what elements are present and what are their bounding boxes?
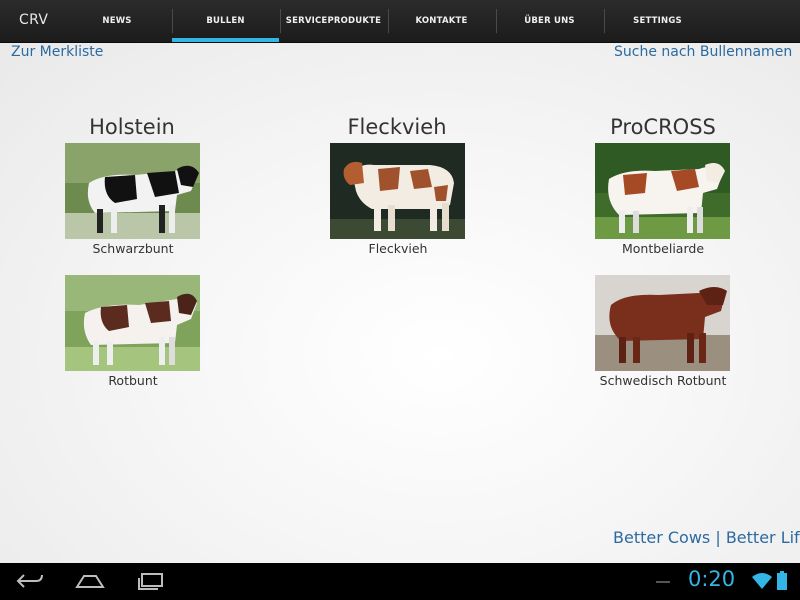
- tab-settings[interactable]: Settings: [604, 0, 711, 42]
- tab-ueber-uns[interactable]: Über uns: [496, 0, 603, 42]
- wifi-icon: [752, 572, 772, 594]
- back-icon[interactable]: [14, 571, 46, 595]
- breed-title-procross: ProCROSS: [610, 115, 716, 139]
- breed-title-holstein: Holstein: [89, 115, 175, 139]
- fleckvieh-image[interactable]: [330, 143, 465, 239]
- slogan: Better Cows | Better Life: [613, 528, 800, 547]
- schwarzbunt-caption: Schwarzbunt: [92, 241, 174, 256]
- fleckvieh-caption: Fleckvieh: [368, 241, 428, 256]
- active-tab-indicator: [172, 38, 279, 42]
- rotbunt-caption: Rotbunt: [108, 373, 158, 388]
- battery-icon: [777, 571, 787, 595]
- breed-title-fleckvieh: Fleckvieh: [347, 115, 447, 139]
- montbeliarde-image[interactable]: [595, 143, 730, 239]
- merkliste-link[interactable]: Zur Merkliste: [11, 44, 103, 60]
- system-bar: 0:20: [0, 563, 800, 600]
- tab-serviceprodukte[interactable]: Serviceprodukte: [280, 0, 387, 42]
- recent-apps-icon[interactable]: [136, 571, 166, 595]
- montbeliarde-caption: Montbeliarde: [621, 241, 705, 256]
- app-title: CRV: [19, 12, 49, 28]
- action-bar: CRV News Bullen Serviceprodukte Kontakte…: [0, 0, 800, 43]
- schwedisch-rotbunt-image[interactable]: [595, 275, 730, 371]
- notification-dash: [656, 581, 670, 583]
- tab-kontakte[interactable]: Kontakte: [388, 0, 495, 42]
- schwarzbunt-image[interactable]: [65, 143, 200, 239]
- tab-news[interactable]: News: [70, 0, 164, 42]
- tab-bullen[interactable]: Bullen: [172, 0, 279, 42]
- status-clock: 0:20: [688, 567, 736, 591]
- content-area: Zur Merkliste Suche nach Bullennamen Hol…: [0, 43, 800, 563]
- schwedisch-rotbunt-caption: Schwedisch Rotbunt: [599, 373, 727, 388]
- rotbunt-image[interactable]: [65, 275, 200, 371]
- home-icon[interactable]: [74, 571, 106, 595]
- bull-name-search-link[interactable]: Suche nach Bullennamen: [614, 44, 792, 60]
